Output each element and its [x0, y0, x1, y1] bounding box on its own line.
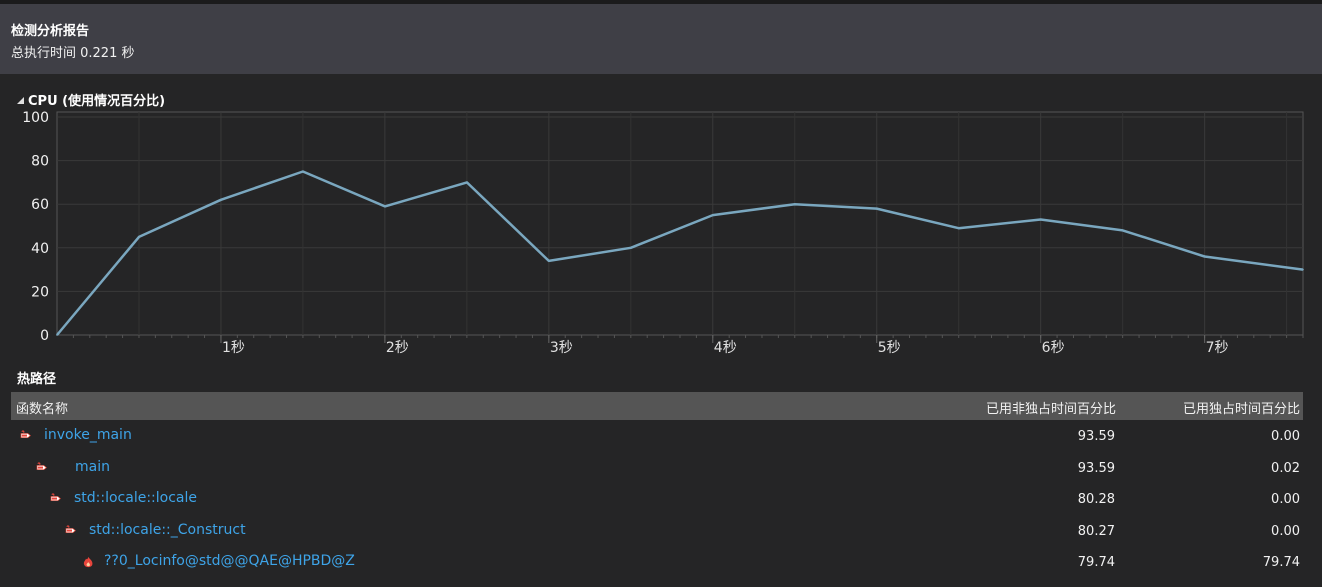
hot-path-arrow-icon [20, 430, 31, 439]
collapse-triangle-icon[interactable] [17, 97, 24, 104]
hot-path-arrow-icon [36, 461, 47, 470]
data-point [56, 334, 58, 336]
function-name-link[interactable]: std::locale::_Construct [89, 522, 246, 538]
report-title: 检测分析报告 [11, 24, 90, 39]
x-tick-label: 5秒 [878, 340, 901, 356]
y-tick-label: 100 [22, 110, 49, 126]
data-point [466, 181, 468, 184]
exclusive-time-percent: 0.00 [1271, 429, 1300, 444]
exclusive-time-percent: 79.74 [1262, 555, 1300, 570]
flame-icon [83, 556, 93, 568]
data-point [548, 260, 550, 262]
hot-path-arrow-icon [65, 524, 76, 533]
inclusive-time-percent: 93.59 [1077, 460, 1115, 476]
report-header: 检测分析报告 总执行时间 0.221 秒 [0, 4, 1322, 74]
function-name-link[interactable]: main [75, 459, 110, 475]
data-point [1302, 268, 1304, 271]
column-header-inclusive-percent[interactable]: 已用非独占时间百分比 [986, 398, 1116, 417]
data-point [957, 227, 960, 229]
table-row[interactable]: std::locale::_Construct 80.27 0.00 [11, 516, 1303, 548]
data-point [138, 236, 140, 238]
y-tick-label: 0 [40, 328, 49, 344]
exclusive-time-percent: 0.00 [1271, 492, 1300, 507]
y-tick-label: 80 [31, 154, 49, 170]
function-name-link[interactable]: std::locale::locale [74, 490, 197, 506]
x-tick-label: 4秒 [714, 340, 737, 356]
data-point [220, 199, 222, 201]
column-header-exclusive-percent[interactable]: 已用独占时间百分比 [1183, 398, 1300, 417]
data-point [630, 247, 632, 249]
y-tick-label: 20 [31, 284, 49, 300]
inclusive-time-percent: 93.59 [1077, 429, 1115, 444]
hot-path-arrow-icon [50, 493, 61, 502]
inclusive-time-percent: 80.27 [1077, 523, 1115, 539]
total-execution-time: 总执行时间 0.221 秒 [11, 46, 135, 61]
hot-path-table-body: invoke_main 93.59 0.00 main 93.59 0.02 std::lo… [11, 421, 1303, 579]
x-tick-label: 1秒 [222, 340, 245, 356]
data-point [384, 205, 386, 208]
data-point [793, 203, 796, 205]
exclusive-time-percent: 0.00 [1271, 523, 1300, 539]
inclusive-time-percent: 80.28 [1077, 492, 1115, 507]
table-row[interactable]: std::locale::locale 80.28 0.00 [11, 484, 1303, 516]
inclusive-time-percent: 79.74 [1077, 555, 1115, 570]
hot-path-table-header: 函数名称 已用非独占时间百分比 已用独占时间百分比 [11, 392, 1303, 420]
x-tick-label: 2秒 [386, 340, 409, 356]
data-point [711, 214, 714, 216]
data-point [875, 207, 878, 210]
function-name-link[interactable]: invoke_main [44, 427, 132, 443]
data-point [1203, 255, 1206, 258]
table-row[interactable]: ??0_Locinfo@std@@QAE@HPBD@Z 79.74 79.74 [11, 547, 1303, 579]
x-tick-label: 3秒 [550, 340, 573, 356]
exclusive-time-percent: 0.02 [1271, 460, 1300, 476]
table-row[interactable]: invoke_main 93.59 0.00 [11, 421, 1303, 453]
cpu-usage-chart[interactable]: 0 20 40 60 80 100 1秒 2秒 3秒 4秒 5秒 6秒 7秒 [0, 105, 1322, 360]
column-header-function-name[interactable]: 函数名称 [16, 398, 68, 417]
data-point [1121, 229, 1124, 232]
function-name-link[interactable]: ??0_Locinfo@std@@QAE@HPBD@Z [104, 553, 355, 569]
plot-area [56, 111, 1304, 336]
x-tick-label: 6秒 [1042, 340, 1065, 356]
data-point [302, 170, 304, 173]
y-tick-label: 60 [31, 197, 49, 213]
data-point [1039, 218, 1042, 221]
y-tick-label: 40 [31, 241, 49, 257]
table-row[interactable]: main 93.59 0.02 [11, 453, 1303, 485]
hot-path-title: 热路径 [17, 372, 57, 387]
x-tick-label: 7秒 [1206, 340, 1229, 356]
